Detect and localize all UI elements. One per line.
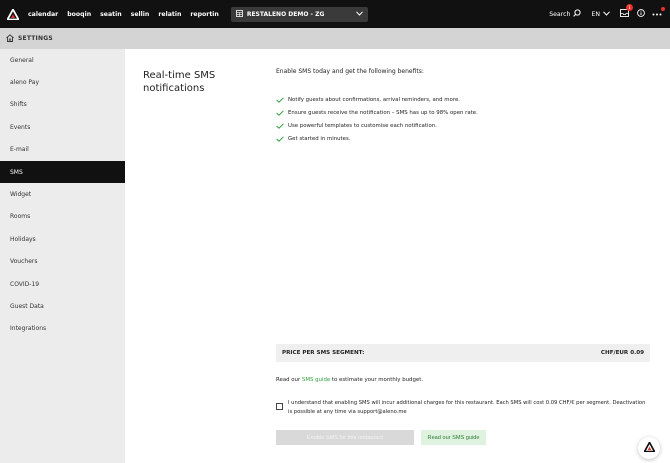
page-title: Real-time SMS notifications [143,70,216,94]
budget-prefix: Read our [276,377,302,383]
check-icon [276,96,285,103]
notifications-button[interactable]: 1 [620,4,633,19]
restaurant-selector[interactable]: RESTALENO DEMO - ZG [230,6,368,22]
alert-dot [661,6,665,11]
calendar-grid-icon [235,9,243,19]
consent-checkbox[interactable] [276,403,283,410]
sidebar-item-shifts[interactable]: Shifts [0,94,125,116]
nav-relatin[interactable]: relatin [158,11,181,18]
language-selector[interactable]: EN [591,11,610,18]
consent-row: I understand that enabling SMS will incu… [276,399,648,417]
price-box: PRICE PER SMS SEGMENT: CHF/EUR 0.09 [276,344,650,362]
sidebar-item-vouchers[interactable]: Vouchers [0,251,125,273]
benefit-text: Use powerful templates to customise each… [288,122,437,129]
home-icon [6,33,14,44]
sidebar-item-holidays[interactable]: Holidays [0,228,125,250]
nav-calendar[interactable]: calendar [28,11,58,18]
list-item: Get started in minutes. [276,132,478,145]
sms-guide-link[interactable]: SMS guide [302,377,330,383]
consent-text: I understand that enabling SMS will incu… [288,400,646,415]
check-icon [276,135,285,142]
enable-sms-button[interactable]: Enable SMS for this restaurant [276,430,414,445]
chevron-down-icon [603,10,610,18]
check-icon [276,109,285,116]
list-item: Ensure guests receive the notification –… [276,106,478,119]
sidebar-item-widget[interactable]: Widget [0,183,125,205]
nav-sellin[interactable]: sellin [131,11,150,18]
benefit-text: Get started in minutes. [288,135,351,142]
benefit-text: Ensure guests receive the notification –… [288,109,478,116]
sidebar-item-aleno-pay[interactable]: aleno Pay [0,71,125,93]
sidebar-item-general[interactable]: General [0,49,125,71]
sidebar-item-covid-19[interactable]: COVID-19 [0,273,125,295]
benefit-text: Notify guests about confirmations, arriv… [288,96,460,103]
chevron-down-icon [355,10,363,18]
sidebar-item-email[interactable]: E-mail [0,139,125,161]
info-icon[interactable] [637,9,645,19]
restaurant-name: RESTALENO DEMO - ZG [246,10,325,18]
main-nav: calendar booqin seatin sellin relatin re… [28,11,228,18]
benefits-intro: Enable SMS today and get the following b… [276,68,424,75]
check-icon [276,122,285,129]
sidebar-item-sms[interactable]: SMS [0,160,125,184]
settings-title: SETTINGS [18,35,53,42]
list-item: Use powerful templates to customise each… [276,119,478,132]
topbar-actions: Search EN 1 [549,0,665,28]
aleno-logo-icon [642,440,656,454]
nav-reportin[interactable]: reportin [190,11,218,18]
budget-note: Read our SMS guide to estimate your mont… [276,377,423,383]
search-icon[interactable] [573,9,582,19]
sidebar-item-integrations[interactable]: Integrations [0,318,125,340]
budget-suffix: to estimate your monthly budget. [330,377,424,383]
sidebar-item-rooms[interactable]: Rooms [0,206,125,228]
more-menu-icon[interactable] [652,6,665,18]
sidebar-item-guest-data[interactable]: Guest Data [0,295,125,317]
list-item: Notify guests about confirmations, arriv… [276,93,478,106]
nav-seatin[interactable]: seatin [100,11,122,18]
inbox-icon [620,9,629,19]
price-value: CHF/EUR 0.09 [600,350,644,356]
sidebar-item-events[interactable]: Events [0,116,125,138]
notification-badge: 1 [626,4,633,11]
search-label[interactable]: Search [549,11,570,18]
language-code: EN [591,10,600,18]
settings-header: SETTINGS [0,28,670,49]
top-bar: calendar booqin seatin sellin relatin re… [0,0,670,28]
aleno-logo-icon[interactable] [6,7,20,21]
sms-settings-panel: Real-time SMS notifications Enable SMS t… [125,49,670,463]
aleno-assistant-button[interactable] [638,437,660,459]
benefits-list: Notify guests about confirmations, arriv… [276,93,478,145]
read-guide-button[interactable]: Read our SMS guide [421,430,486,445]
nav-booqin[interactable]: booqin [67,11,91,18]
settings-sidebar: General aleno Pay Shifts Events E-mail S… [0,49,125,463]
price-label: PRICE PER SMS SEGMENT: [282,350,365,356]
